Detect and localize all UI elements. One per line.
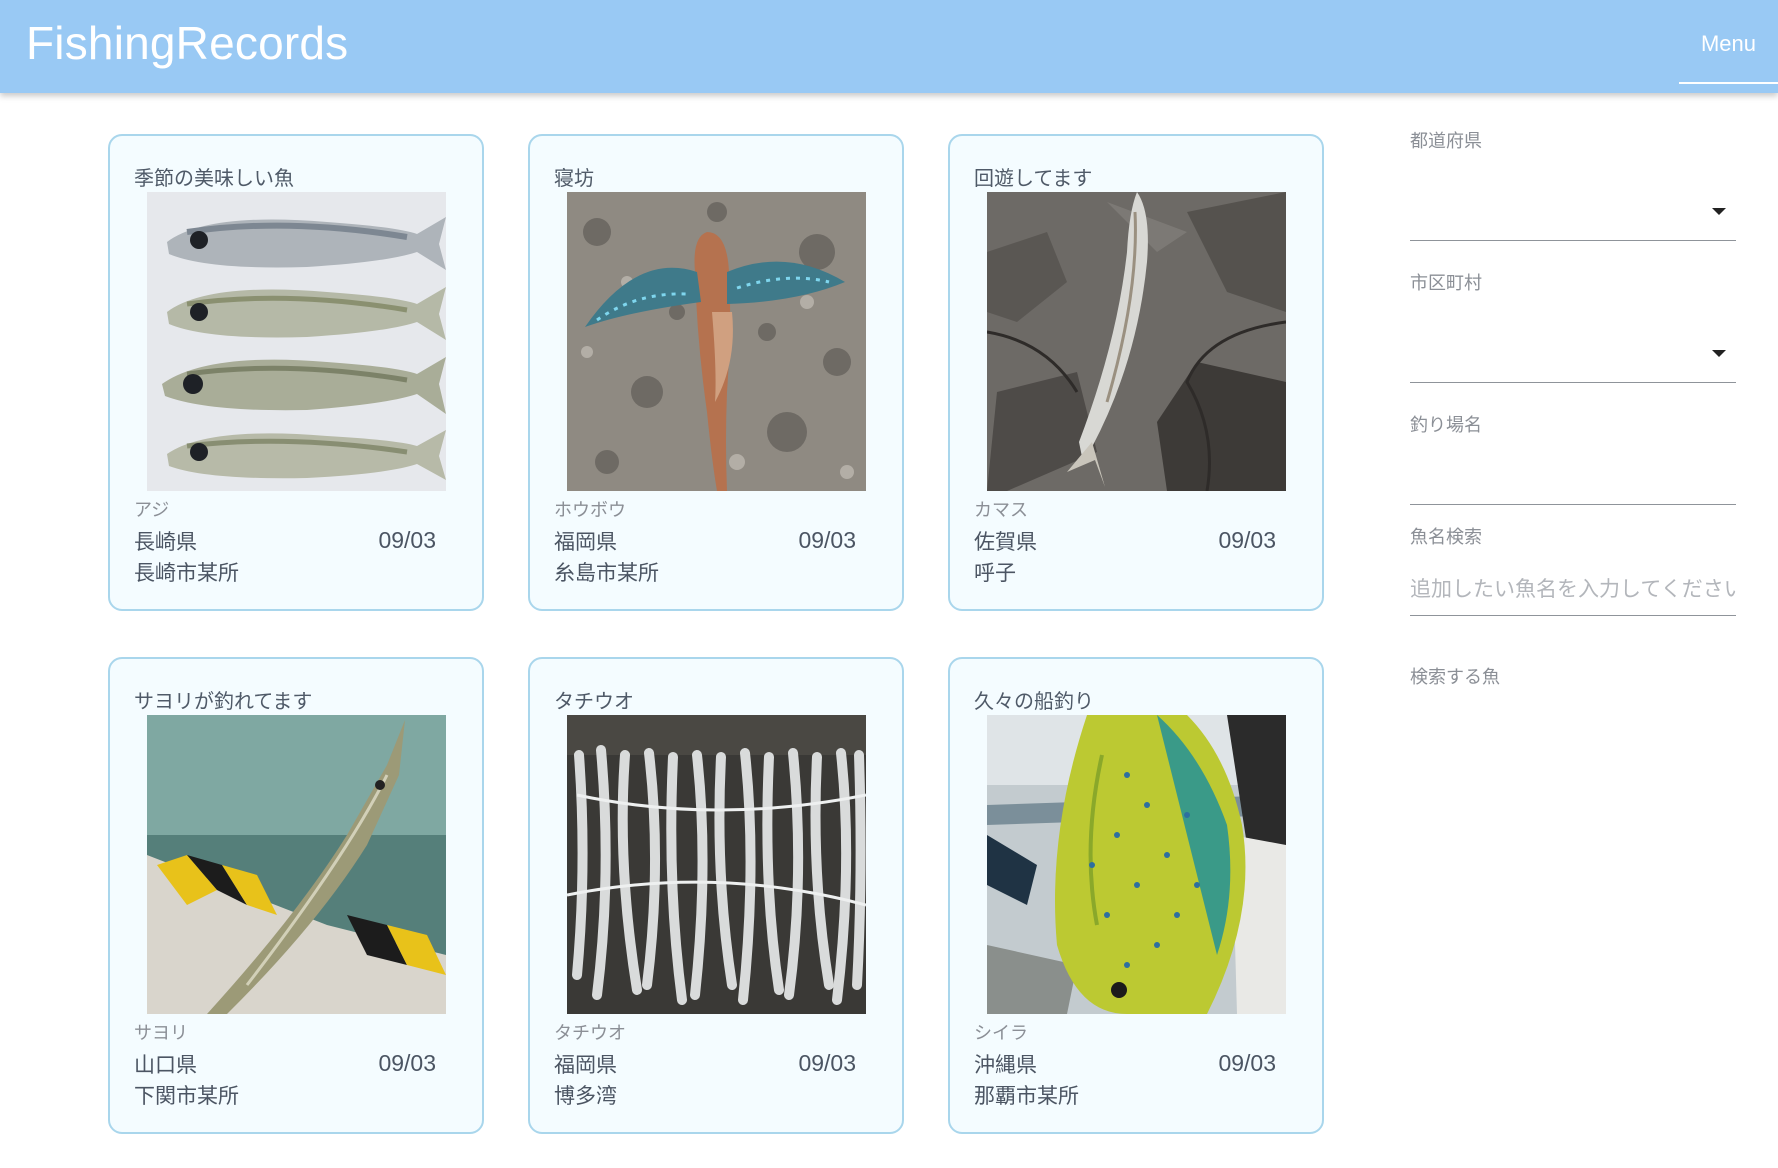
fish-name: シイラ bbox=[974, 1023, 1028, 1044]
record-card[interactable]: 季節の美味しい魚 アジ 長崎県 09/03 長崎市某所 bbox=[108, 134, 484, 611]
fish-name: サヨリ bbox=[134, 1023, 188, 1044]
horse-mackerel-photo bbox=[147, 192, 446, 491]
record-title: 季節の美味しい魚 bbox=[134, 166, 294, 190]
record-title: 回遊してます bbox=[974, 166, 1093, 190]
gurnard-photo bbox=[567, 192, 866, 491]
record-card[interactable]: 回遊してます カマス 佐賀県 09/03 呼子 bbox=[948, 134, 1324, 611]
city-text: 博多湾 bbox=[554, 1084, 617, 1108]
prefecture-select[interactable] bbox=[1410, 175, 1736, 241]
city-text: 呼子 bbox=[974, 561, 1016, 585]
record-date: 09/03 bbox=[798, 527, 856, 553]
menu-button[interactable]: Menu bbox=[1679, 0, 1778, 84]
prefecture-label: 都道府県 bbox=[1410, 131, 1482, 152]
fish-name: ホウボウ bbox=[554, 500, 626, 521]
record-date: 09/03 bbox=[1218, 527, 1276, 553]
prefecture-text: 山口県 bbox=[134, 1053, 197, 1077]
record-date: 09/03 bbox=[1218, 1050, 1276, 1076]
record-title: 寝坊 bbox=[554, 166, 594, 190]
prefecture-text: 長崎県 bbox=[134, 530, 197, 554]
city-text: 下関市某所 bbox=[134, 1084, 239, 1108]
record-card[interactable]: サヨリが釣れてます サヨリ 山口県 09/03 下関市某所 bbox=[108, 657, 484, 1134]
city-text: 糸島市某所 bbox=[554, 561, 659, 585]
city-text: 那覇市某所 bbox=[974, 1084, 1079, 1108]
prefecture-text: 福岡県 bbox=[554, 1053, 617, 1077]
halfbeak-photo bbox=[147, 715, 446, 1014]
prefecture-text: 福岡県 bbox=[554, 530, 617, 554]
prefecture-text: 佐賀県 bbox=[974, 530, 1037, 554]
app-bar: FishingRecords Menu bbox=[0, 0, 1778, 93]
city-select[interactable] bbox=[1410, 317, 1736, 383]
record-date: 09/03 bbox=[378, 527, 436, 553]
app-title: FishingRecords bbox=[26, 17, 349, 69]
selected-fish-label: 検索する魚 bbox=[1410, 667, 1500, 688]
barracuda-photo bbox=[987, 192, 1286, 491]
spot-field[interactable] bbox=[1410, 445, 1736, 505]
mahi-mahi-photo bbox=[987, 715, 1286, 1014]
record-card[interactable]: 久々の船釣り シイラ 沖縄県 09/03 那覇市某所 bbox=[948, 657, 1324, 1134]
record-title: タチウオ bbox=[554, 689, 634, 713]
city-label: 市区町村 bbox=[1410, 273, 1482, 294]
spot-input[interactable] bbox=[1410, 466, 1736, 490]
record-card[interactable]: 寝坊 ホウボウ 福岡県 09/03 糸島市某所 bbox=[528, 134, 904, 611]
city-text: 長崎市某所 bbox=[134, 561, 239, 585]
record-title: 久々の船釣り bbox=[974, 689, 1094, 713]
record-card[interactable]: タチウオ タチウオ 福岡県 09/03 博多湾 bbox=[528, 657, 904, 1134]
fish-name: カマス bbox=[974, 500, 1028, 521]
fish-search-label: 魚名検索 bbox=[1410, 527, 1482, 548]
fish-name: タチウオ bbox=[554, 1023, 626, 1044]
record-date: 09/03 bbox=[378, 1050, 436, 1076]
prefecture-text: 沖縄県 bbox=[974, 1053, 1037, 1077]
fish-name: アジ bbox=[134, 500, 170, 521]
record-date: 09/03 bbox=[798, 1050, 856, 1076]
dropdown-arrow-icon bbox=[1712, 207, 1726, 215]
fish-search-input[interactable] bbox=[1410, 577, 1736, 601]
dropdown-arrow-icon bbox=[1712, 349, 1726, 357]
record-title: サヨリが釣れてます bbox=[134, 689, 313, 713]
fish-search-field[interactable] bbox=[1410, 556, 1736, 616]
hairtail-photo bbox=[567, 715, 866, 1014]
spot-label: 釣り場名 bbox=[1410, 415, 1482, 436]
